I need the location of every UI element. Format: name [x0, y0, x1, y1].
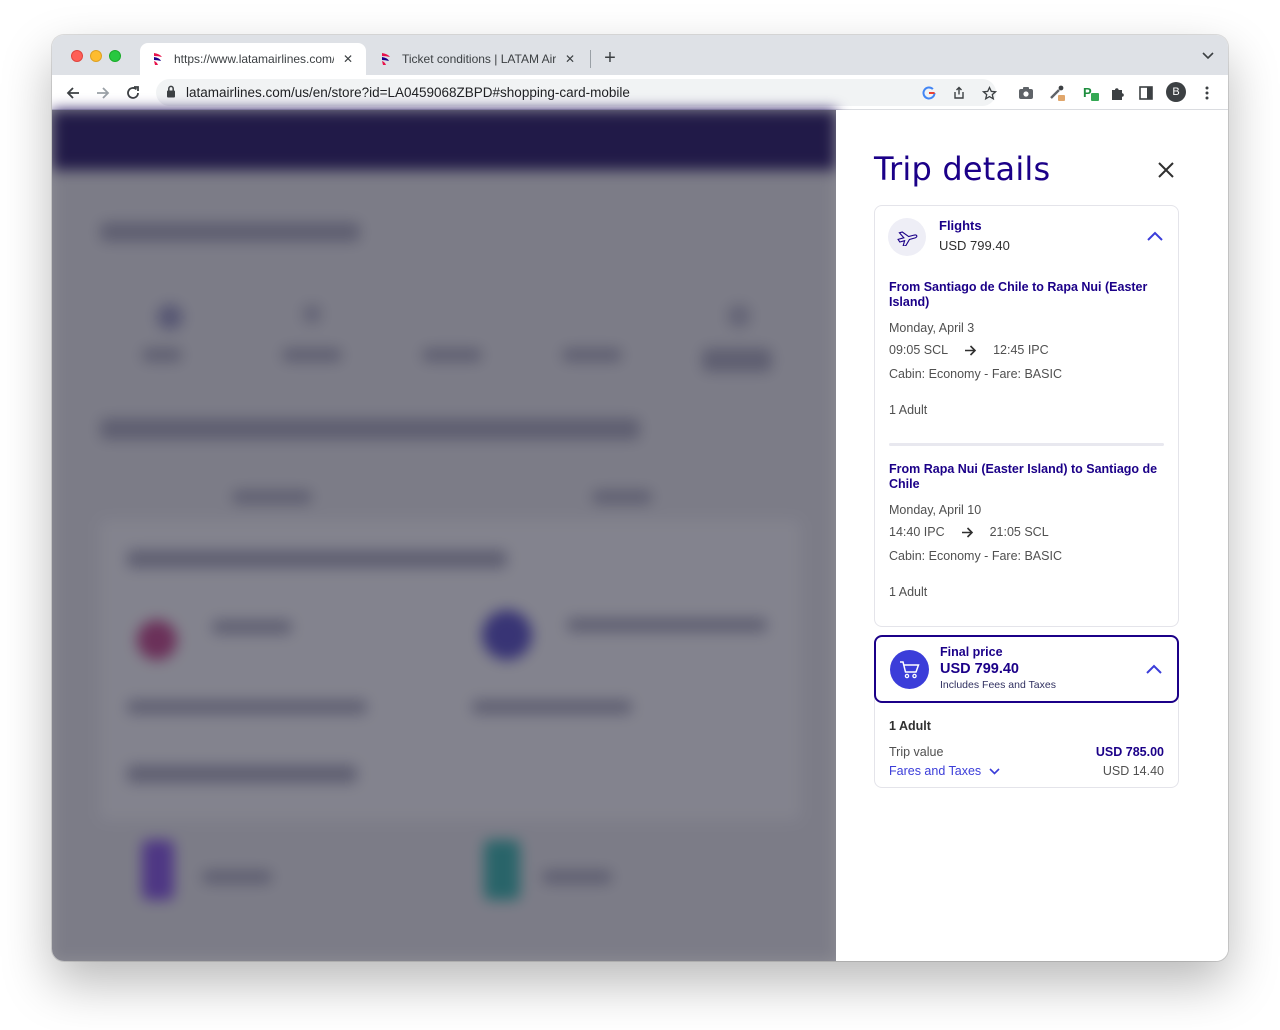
collapse-chevron-up-icon[interactable]	[1145, 228, 1165, 244]
side-panel-icon[interactable]	[1137, 84, 1155, 102]
forward-arrow-icon[interactable]	[92, 82, 114, 104]
screenshot-camera-icon[interactable]	[1017, 84, 1035, 102]
reload-icon[interactable]	[122, 82, 144, 104]
final-price-value: USD 799.40	[940, 661, 1019, 677]
close-window-button[interactable]	[71, 50, 83, 62]
final-price-header[interactable]: Final price USD 799.40 Includes Fees and…	[874, 635, 1179, 703]
close-tab-icon[interactable]: ✕	[562, 51, 578, 67]
trip-value-row: Trip value USD 785.00	[889, 745, 1164, 759]
maximize-window-button[interactable]	[109, 50, 121, 62]
minimize-window-button[interactable]	[90, 50, 102, 62]
segment-route: From Rapa Nui (Easter Island) to Santiag…	[889, 462, 1158, 491]
flight-segment: From Santiago de Chile to Rapa Nui (East…	[889, 280, 1169, 417]
window-controls	[71, 50, 121, 62]
latam-favicon-icon	[150, 51, 166, 67]
segment-times: 09:05 SCL 12:45 IPC	[889, 343, 1049, 357]
close-tab-icon[interactable]: ✕	[340, 51, 356, 67]
tab-ticket-conditions[interactable]: Ticket conditions | LATAM Airlin ✕	[368, 43, 588, 75]
profile-avatar[interactable]: B	[1166, 82, 1186, 102]
share-icon[interactable]	[950, 84, 968, 102]
segment-cabin: Cabin: Economy - Fare: BASIC	[889, 367, 1062, 381]
final-price-note: Includes Fees and Taxes	[940, 679, 1056, 691]
google-lens-icon[interactable]	[920, 84, 938, 102]
flights-card: Flights USD 799.40 From Santiago de Chil…	[874, 205, 1179, 627]
back-arrow-icon[interactable]	[62, 82, 84, 104]
flight-segment: From Rapa Nui (Easter Island) to Santiag…	[889, 462, 1169, 599]
color-picker-extension-icon[interactable]	[1048, 84, 1066, 102]
airplane-icon	[888, 218, 926, 256]
browser-window: https://www.latamairlines.com/ ✕ Ticket …	[52, 35, 1228, 961]
fares-taxes-amount: USD 14.40	[1102, 764, 1164, 778]
lock-icon[interactable]	[166, 85, 176, 103]
browser-toolbar: latamairlines.com/us/en/store?id=LA04590…	[52, 75, 1228, 110]
trip-details-panel: Trip details Flights USD 799.40 From San…	[836, 110, 1228, 961]
arrow-right-icon	[961, 526, 974, 538]
segment-date: Monday, April 3	[889, 321, 975, 335]
departure-time: 14:40 IPC	[889, 525, 945, 539]
parking-extension-icon[interactable]: P	[1082, 84, 1100, 102]
svg-text:P: P	[1083, 85, 1092, 100]
collapse-chevron-up-icon[interactable]	[1144, 661, 1164, 677]
arrow-right-icon	[964, 344, 977, 356]
panel-title: Trip details	[874, 150, 1051, 188]
segment-passengers: 1 Adult	[889, 585, 928, 599]
latam-favicon-icon	[378, 51, 394, 67]
final-price-label: Final price	[940, 645, 1003, 659]
tab-title: https://www.latamairlines.com/	[174, 52, 334, 66]
segment-times: 14:40 IPC 21:05 SCL	[889, 525, 1049, 539]
tab-title: Ticket conditions | LATAM Airlin	[402, 52, 556, 66]
arrival-time: 12:45 IPC	[993, 343, 1049, 357]
extensions-puzzle-icon[interactable]	[1108, 84, 1126, 102]
address-bar[interactable]: latamairlines.com/us/en/store?id=LA04590…	[156, 79, 998, 106]
final-price-box: Final price USD 799.40 Includes Fees and…	[874, 635, 1179, 788]
price-passengers: 1 Adult	[889, 719, 931, 733]
segment-cabin: Cabin: Economy - Fare: BASIC	[889, 549, 1062, 563]
trip-value-label: Trip value	[889, 745, 944, 759]
flights-price: USD 799.40	[939, 238, 1010, 253]
modal-overlay[interactable]	[52, 110, 836, 961]
fares-taxes-label: Fares and Taxes	[889, 764, 982, 778]
tab-latam-store[interactable]: https://www.latamairlines.com/ ✕	[140, 43, 366, 75]
chevron-down-icon	[989, 767, 1000, 775]
page-content: Trip details Flights USD 799.40 From San…	[52, 110, 1228, 961]
fares-taxes-row: Fares and Taxes USD 14.40	[889, 764, 1164, 778]
chrome-menu-icon[interactable]	[1198, 84, 1216, 102]
tab-separator	[590, 50, 591, 68]
trip-value-amount: USD 785.00	[1095, 745, 1164, 759]
close-icon[interactable]	[1154, 158, 1178, 182]
new-tab-button[interactable]: +	[599, 47, 621, 69]
segment-route: From Santiago de Chile to Rapa Nui (East…	[889, 280, 1148, 309]
url-text: latamairlines.com/us/en/store?id=LA04590…	[186, 85, 630, 100]
segment-date: Monday, April 10	[889, 503, 982, 517]
bookmark-star-icon[interactable]	[980, 84, 998, 102]
segment-passengers: 1 Adult	[889, 403, 928, 417]
tab-strip: https://www.latamairlines.com/ ✕ Ticket …	[52, 35, 1228, 75]
fares-taxes-toggle[interactable]: Fares and Taxes	[889, 764, 1000, 778]
shopping-cart-icon	[890, 650, 929, 689]
departure-time: 09:05 SCL	[889, 343, 949, 357]
segment-divider	[889, 443, 1164, 446]
arrival-time: 21:05 SCL	[989, 525, 1049, 539]
flights-label: Flights	[939, 218, 982, 233]
tab-search-chevron-icon[interactable]	[1200, 48, 1216, 64]
